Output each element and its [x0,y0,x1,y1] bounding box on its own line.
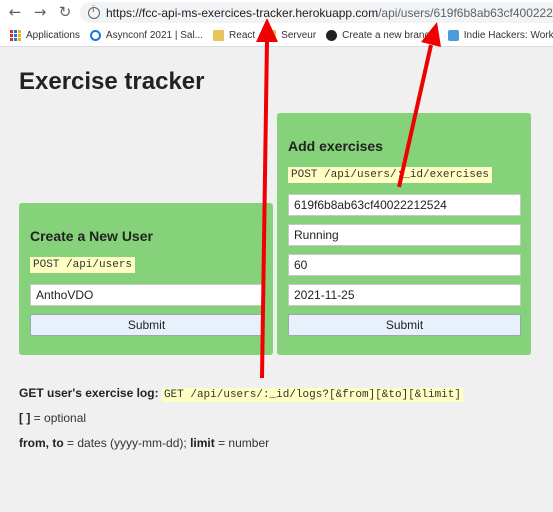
duration-input[interactable]: 60 [288,254,521,276]
create-user-submit-button[interactable]: Submit [30,314,263,336]
create-user-form: Create a New User POST /api/users AnthoV… [19,203,273,355]
bookmark-applications[interactable]: Applications [10,30,80,41]
description-input[interactable]: Running [288,224,521,246]
reload-icon[interactable]: ↻ [56,3,74,21]
optional-note: [ ] = optional [19,411,86,425]
bookmark-asynconf[interactable]: Asynconf 2021 | Sal... [89,30,204,41]
loop-icon [89,30,101,41]
optional-text: = optional [33,411,87,425]
github-icon [326,30,338,41]
limit-key: limit [190,436,215,450]
folder-icon [213,30,225,41]
bookmark-serveur[interactable]: Serveur [265,30,316,41]
bookmark-label: React [229,30,256,41]
bookmark-label: Applications [26,30,80,41]
page-title: Exercise tracker [19,68,205,95]
forward-arrow-icon[interactable]: → [31,3,49,21]
address-bar[interactable]: https://fcc-api-ms-exercices-tracker.her… [80,2,553,23]
back-arrow-icon[interactable]: ← [6,3,24,21]
date-input[interactable]: 2021-11-25 [288,284,521,306]
username-input[interactable]: AnthoVDO [30,284,263,306]
from-to-key: from, to [19,436,64,450]
bookmark-label: Indie Hackers: Work... [463,30,553,41]
add-exercise-form: Add exercises POST /api/users/:_id/exerc… [277,113,531,355]
bookmark-label: Asynconf 2021 | Sal... [105,30,204,41]
exercise-endpoint: POST /api/users/:_id/exercises [288,167,493,183]
add-exercise-heading: Add exercises [288,138,383,154]
log-label: GET user's exercise log: [19,386,159,400]
from-to-text: = dates (yyyy-mm-dd); [67,436,187,450]
user-id-input[interactable]: 619f6b8ab63cf40022212524 [288,194,521,216]
browser-toolbar: ← → ↻ https://fcc-api-ms-exercices-track… [0,0,553,25]
optional-key: [ ] [19,411,31,425]
add-exercise-submit-button[interactable]: Submit [288,314,521,336]
bookmark-indiehackers[interactable]: Indie Hackers: Work... [447,30,553,41]
site-info-icon[interactable] [88,5,100,19]
apps-icon [10,30,21,41]
url-path: /api/users/619f6b8ab63cf40022212524/logs [378,5,553,20]
log-endpoint: GET /api/users/:_id/logs?[&from][&to][&l… [161,388,463,402]
limit-text: = number [218,436,270,450]
url-host: https://fcc-api-ms-exercices-tracker.her… [106,5,379,20]
log-endpoint-line: GET user's exercise log: GET /api/users/… [19,386,463,402]
bookmark-github[interactable]: Create a new branc... [326,30,438,41]
bookmark-react[interactable]: React [213,30,255,41]
bookmark-label: Create a new branc... [342,30,438,41]
folder-icon [265,30,277,41]
bookmarks-bar: Applications Asynconf 2021 | Sal... Reac… [0,25,553,47]
indiehackers-icon [447,30,459,41]
bookmark-label: Serveur [281,30,317,41]
users-endpoint: POST /api/users [30,257,136,273]
params-note: from, to = dates (yyyy-mm-dd); limit = n… [19,436,269,450]
create-user-heading: Create a New User [30,228,153,244]
